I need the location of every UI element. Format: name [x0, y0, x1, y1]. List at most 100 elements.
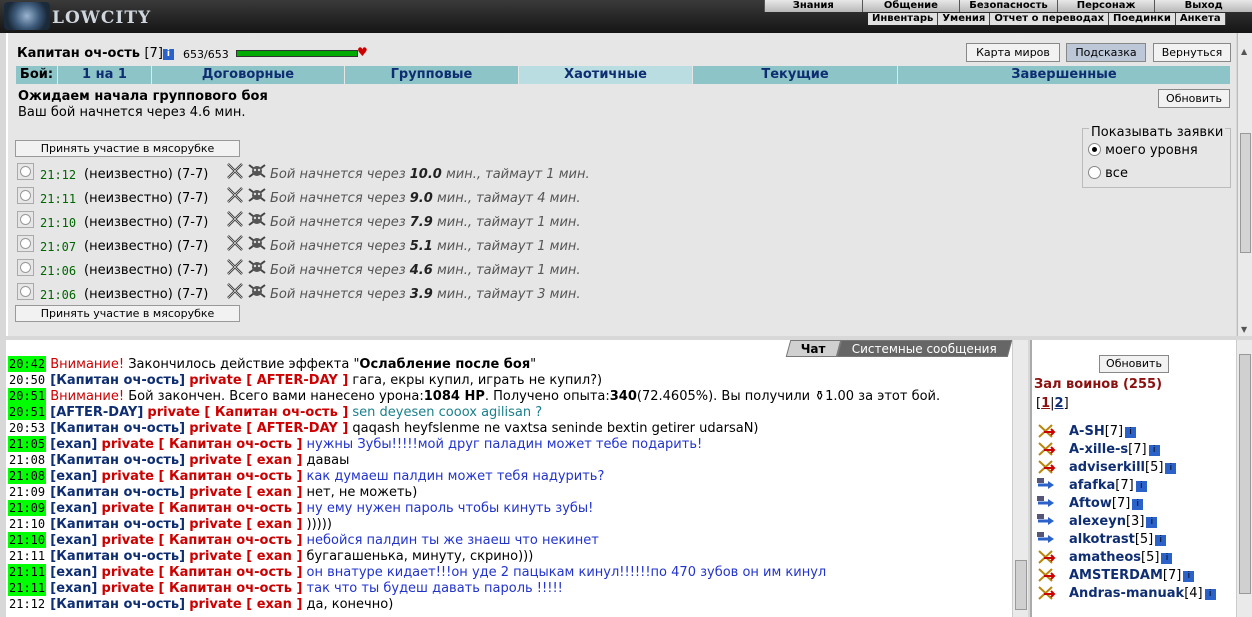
- bid-row[interactable]: 21:10 (неизвестно) (7-7) Бой начнется чере…: [14, 211, 714, 235]
- online-refresh-button[interactable]: Обновить: [1099, 355, 1169, 373]
- chat-timestamp[interactable]: 21:10: [8, 532, 47, 548]
- menu-security[interactable]: Безопасность: [959, 0, 1057, 12]
- menu-knowledge[interactable]: Знания: [764, 0, 862, 12]
- chat-timestamp[interactable]: 21:09: [8, 500, 47, 516]
- user-name[interactable]: Aftow[7] i: [1069, 496, 1144, 511]
- join-button-bottom[interactable]: Принять участие в мясорубке: [15, 305, 240, 322]
- user-name[interactable]: AMSTERDAM[7] i: [1069, 568, 1195, 583]
- bid-row[interactable]: 21:11 (неизвестно) (7-7) Бой начнется чере…: [14, 187, 714, 211]
- chat-timestamp[interactable]: 20:51: [8, 404, 47, 420]
- menu-inventory[interactable]: Инвентарь: [868, 13, 939, 25]
- chat-nick[interactable]: [Капитан оч-ость]: [50, 373, 185, 388]
- tab-chaotic[interactable]: Хаотичные: [519, 66, 693, 84]
- user-name[interactable]: A-SH[7] i: [1069, 424, 1137, 439]
- chat-timestamp[interactable]: 21:11: [8, 548, 46, 564]
- scroll-thumb[interactable]: [1015, 560, 1027, 610]
- chat-timestamp[interactable]: 21:09: [8, 484, 46, 500]
- tab-finished[interactable]: Завершенные: [898, 66, 1230, 84]
- chat-scrollbar[interactable]: [1012, 340, 1028, 617]
- chat-nick[interactable]: [Капитан оч-ость]: [50, 485, 185, 500]
- chat-private-target[interactable]: private [ Капитан оч-ость ]: [147, 405, 348, 420]
- info-icon[interactable]: i: [1132, 499, 1144, 510]
- user-item[interactable]: afafka[7] i: [1036, 477, 1236, 495]
- chat-private-target[interactable]: private [ Капитан оч-ость ]: [102, 437, 303, 452]
- bid-radio[interactable]: [17, 283, 34, 300]
- chat-nick[interactable]: [exan]: [50, 581, 97, 596]
- tab-contract[interactable]: Договорные: [152, 66, 345, 84]
- online-scrollbar[interactable]: [1236, 340, 1252, 617]
- scroll-thumb[interactable]: [1239, 354, 1251, 594]
- tab-1v1[interactable]: 1 на 1: [58, 66, 152, 84]
- user-name[interactable]: alkotrast[5] i: [1069, 532, 1167, 547]
- chat-nick[interactable]: [Капитан оч-ость]: [50, 421, 185, 436]
- user-item[interactable]: AMSTERDAM[7] i: [1036, 567, 1236, 585]
- tab-current[interactable]: Текущие: [693, 66, 898, 84]
- info-icon[interactable]: i: [1146, 517, 1158, 528]
- filter-my-level[interactable]: моего уровня: [1088, 143, 1198, 158]
- info-icon[interactable]: i: [1148, 445, 1160, 456]
- menu-social[interactable]: Общение: [861, 0, 960, 12]
- bid-radio[interactable]: [17, 259, 34, 276]
- info-icon[interactable]: i: [1125, 427, 1137, 438]
- tab-chat[interactable]: Чат: [785, 340, 842, 357]
- chat-private-target[interactable]: private [ Капитан оч-ость ]: [102, 469, 303, 484]
- info-icon[interactable]: i: [1165, 463, 1177, 474]
- chat-timestamp[interactable]: 21:11: [8, 564, 47, 580]
- chat-timestamp[interactable]: 21:08: [8, 468, 47, 484]
- menu-character[interactable]: Персонаж: [1056, 0, 1155, 12]
- user-name[interactable]: afafka[7] i: [1069, 478, 1147, 493]
- scroll-up-icon[interactable]: ▲: [1241, 47, 1247, 56]
- menu-duels[interactable]: Поединки: [1109, 13, 1176, 25]
- refresh-button[interactable]: Обновить: [1158, 89, 1230, 108]
- menu-skills[interactable]: Умения: [938, 13, 991, 25]
- chat-timestamp[interactable]: 20:42: [8, 356, 47, 372]
- back-button[interactable]: Вернуться: [1153, 43, 1231, 62]
- chat-nick[interactable]: [exan]: [50, 501, 97, 516]
- info-icon[interactable]: i: [1155, 535, 1167, 546]
- join-button-top[interactable]: Принять участие в мясорубке: [15, 140, 240, 157]
- chat-timestamp[interactable]: 21:10: [8, 516, 46, 532]
- page-link-2[interactable]: 2: [1055, 396, 1064, 411]
- tab-system-messages[interactable]: Системные сообщения: [836, 340, 1012, 357]
- chat-nick[interactable]: [AFTER-DAY]: [50, 405, 143, 420]
- chat-private-target[interactable]: private [ Капитан оч-ость ]: [102, 533, 303, 548]
- chat-private-target[interactable]: private [ exan ]: [189, 485, 302, 500]
- chat-private-target[interactable]: private [ Капитан оч-ость ]: [102, 565, 303, 580]
- bid-radio[interactable]: [17, 163, 34, 180]
- chat-nick[interactable]: [Капитан оч-ость]: [50, 597, 185, 612]
- user-item[interactable]: alexeyn[3] i: [1036, 513, 1236, 531]
- scroll-down-icon[interactable]: ▼: [1241, 325, 1247, 334]
- bid-radio[interactable]: [17, 235, 34, 252]
- chat-private-target[interactable]: private [ exan ]: [189, 549, 302, 564]
- chat-private-target[interactable]: private [ AFTER-DAY ]: [189, 373, 348, 388]
- info-icon[interactable]: i: [1161, 553, 1173, 564]
- radio-icon[interactable]: [1088, 143, 1101, 156]
- user-name[interactable]: amatheos[5] i: [1069, 550, 1173, 565]
- chat-nick[interactable]: [Капитан оч-ость]: [50, 549, 185, 564]
- user-item[interactable]: adviserkill[5] i: [1036, 459, 1236, 477]
- info-icon[interactable]: i: [1183, 571, 1195, 582]
- user-item[interactable]: alkotrast[5] i: [1036, 531, 1236, 549]
- filter-all[interactable]: все: [1088, 166, 1128, 181]
- chat-private-target[interactable]: private [ exan ]: [189, 517, 302, 532]
- bid-radio[interactable]: [17, 187, 34, 204]
- chat-timestamp[interactable]: 20:51: [8, 388, 47, 404]
- user-name[interactable]: A-xille-s[7] i: [1069, 442, 1160, 457]
- user-name[interactable]: adviserkill[5] i: [1069, 460, 1177, 475]
- user-name[interactable]: alexeyn[3] i: [1069, 514, 1158, 529]
- chat-private-target[interactable]: private [ exan ]: [189, 597, 302, 612]
- chat-nick[interactable]: [exan]: [50, 437, 97, 452]
- bid-row[interactable]: 21:06 (неизвестно) (7-7) Бой начнется чере…: [14, 259, 714, 283]
- bid-row[interactable]: 21:12 (неизвестно) (7-7) Бой начнется чере…: [14, 163, 714, 187]
- hint-button[interactable]: Подсказка: [1066, 43, 1146, 62]
- chat-nick[interactable]: [Капитан оч-ость]: [50, 453, 185, 468]
- menu-profile[interactable]: Анкета: [1176, 13, 1226, 25]
- user-item[interactable]: A-xille-s[7] i: [1036, 441, 1236, 459]
- menu-exit[interactable]: Выход: [1154, 0, 1252, 12]
- chat-nick[interactable]: [Капитан оч-ость]: [50, 517, 185, 532]
- tab-group[interactable]: Групповые: [345, 66, 519, 84]
- chat-private-target[interactable]: private [ Капитан оч-ость ]: [102, 581, 303, 596]
- bid-row[interactable]: 21:06 (неизвестно) (7-7) Бой начнется чере…: [14, 283, 714, 307]
- chat-timestamp[interactable]: 21:08: [8, 452, 46, 468]
- user-item[interactable]: Aftow[7] i: [1036, 495, 1236, 513]
